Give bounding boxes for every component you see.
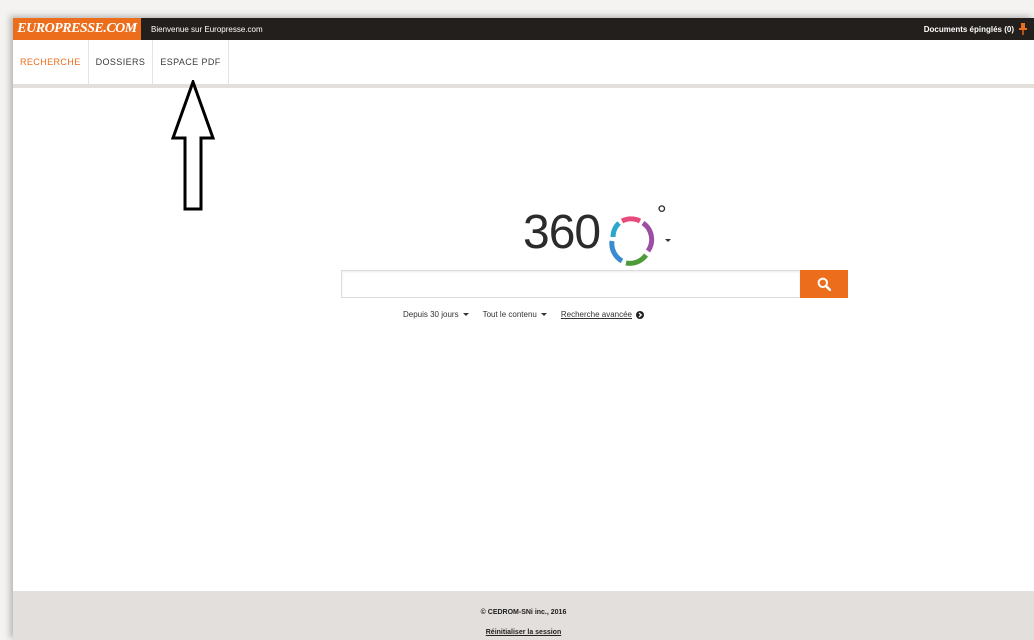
- circle-arrow-icon: [636, 310, 644, 319]
- tab-espace-pdf[interactable]: ESPACE PDF: [153, 40, 229, 84]
- main-nav: RECHERCHE DOSSIERS ESPACE PDF: [13, 40, 1034, 88]
- content-dropdown[interactable]: Tout le contenu: [483, 310, 547, 319]
- europresse-logo[interactable]: EUROPRESSE.COM: [13, 18, 141, 40]
- search-bar: [341, 270, 848, 298]
- logo-360-digits: 360: [523, 206, 601, 259]
- tab-recherche[interactable]: RECHERCHE: [13, 40, 89, 84]
- top-bar: EUROPRESSE.COM Bienvenue sur Europresse.…: [13, 18, 1034, 40]
- pinned-documents-label: Documents épinglés (0): [923, 24, 1014, 34]
- copyright-text: © CEDROM-SNi inc., 2016: [480, 609, 567, 616]
- screenshot-frame: EUROPRESSE.COM Bienvenue sur Europresse.…: [0, 0, 1034, 640]
- advanced-search-link[interactable]: Recherche avancée: [561, 310, 644, 319]
- logo-360-degree: °: [657, 201, 667, 228]
- welcome-text: Bienvenue sur Europresse.com: [151, 24, 263, 34]
- footer: © CEDROM-SNi inc., 2016 Réinitialiser la…: [13, 591, 1034, 640]
- search-input[interactable]: [341, 270, 800, 298]
- pin-icon: [1019, 23, 1027, 35]
- pinned-documents-link[interactable]: Documents épinglés (0): [924, 18, 1028, 40]
- period-dropdown[interactable]: Depuis 30 jours: [403, 310, 469, 319]
- content-label: Tout le contenu: [482, 310, 537, 319]
- reset-session-link[interactable]: Réinitialiser la session: [13, 629, 1034, 636]
- logo-360-ring-icon: [609, 216, 655, 266]
- search-icon: [817, 277, 831, 291]
- upward-arrow-annotation: [170, 80, 216, 211]
- chevron-down-icon: [462, 313, 469, 316]
- advanced-search-label: Recherche avancée: [560, 310, 632, 319]
- period-label: Depuis 30 jours: [402, 310, 459, 319]
- search-button[interactable]: [800, 270, 848, 298]
- browser-window: EUROPRESSE.COM Bienvenue sur Europresse.…: [13, 18, 1034, 640]
- chevron-down-icon[interactable]: [665, 239, 671, 242]
- chevron-down-icon: [540, 313, 547, 316]
- tab-dossiers[interactable]: DOSSIERS: [89, 40, 154, 84]
- search-filters: Depuis 30 jours Tout le contenu Recherch…: [13, 310, 1034, 319]
